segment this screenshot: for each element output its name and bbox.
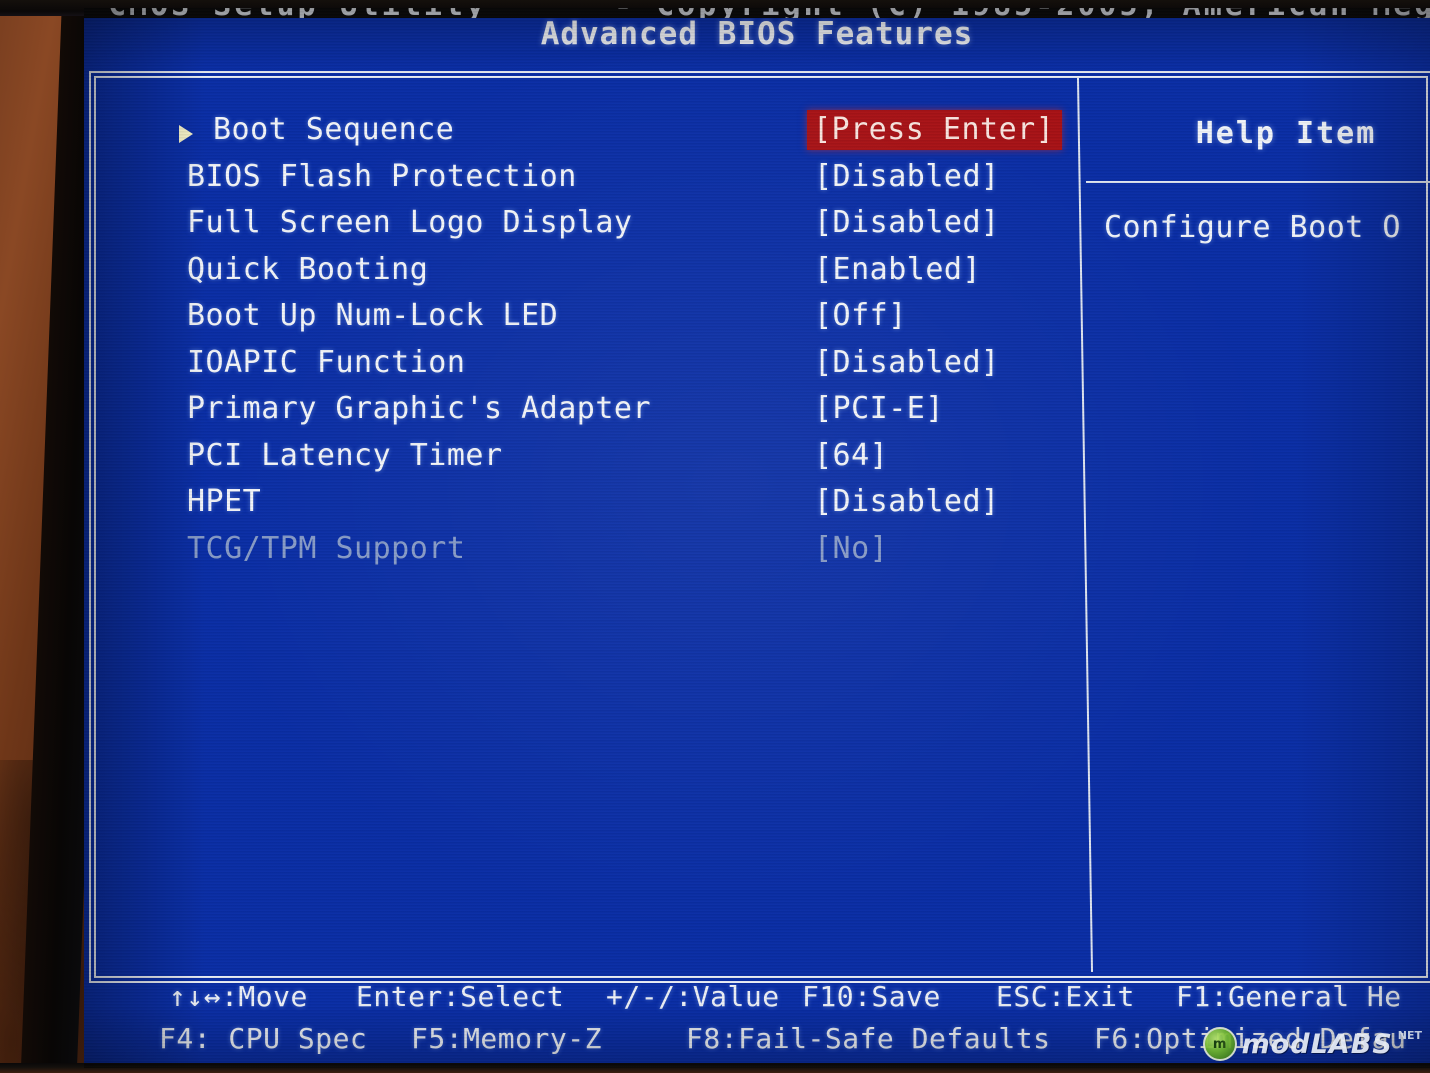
bios-option-value[interactable]: [Enabled] [814, 252, 981, 287]
status-bar-hint: ↑↓↔:Move [169, 980, 308, 1013]
bios-option-label: IOAPIC Function [187, 344, 466, 380]
bios-option-row[interactable]: BIOS Flash Protection [Disabled] [179, 159, 1139, 206]
bios-options-list: Boot Sequence [Press Enter] BIOS Flash Pro… [179, 110, 1139, 578]
bios-option-row[interactable]: Full Screen Logo Display [Disabled] [179, 205, 1139, 252]
bios-option-value[interactable]: [Disabled] [814, 484, 1000, 519]
modlabs-logo-icon: m [1202, 1027, 1237, 1061]
cmos-utility-title: CMOS Setup Utility [108, 8, 487, 18]
bios-option-row[interactable]: Boot Sequence [Press Enter] [179, 110, 1139, 159]
bios-option-value[interactable]: [64] [814, 438, 888, 473]
bios-option-value[interactable]: [Disabled] [814, 345, 1000, 380]
bios-option-label: Boot Up Num-Lock LED [187, 298, 559, 333]
modlabs-watermark: m modLABS NET [1202, 1027, 1422, 1061]
bios-option-label: Primary Graphic's Adapter [187, 391, 652, 426]
bios-option-value[interactable]: [Disabled] [814, 205, 1000, 240]
page-title: Advanced BIOS Features [540, 16, 974, 52]
bios-option-value[interactable]: [Disabled] [814, 159, 1000, 194]
bios-option-value[interactable]: [No] [814, 531, 888, 566]
bios-setup-screenshot: CMOS Setup Utility - Copyright (C) 1985-… [0, 0, 1430, 1073]
bios-option-label: HPET [187, 484, 262, 519]
bios-option-row[interactable]: Primary Graphic's Adapter [PCI-E] [179, 391, 1139, 438]
bios-option-row[interactable]: PCI Latency Timer [64] [179, 438, 1139, 485]
status-bar-hint: +/-/:Value [606, 980, 780, 1013]
bios-option-row[interactable]: Quick Booting [Enabled] [179, 252, 1139, 299]
bios-option-label: Full Screen Logo Display [187, 205, 633, 240]
bios-option-value-selected[interactable]: [Press Enter] [807, 110, 1063, 150]
status-bar-hint: Enter:Select [356, 980, 565, 1013]
submenu-arrow-icon [179, 125, 193, 143]
bios-option-label: Boot Sequence [213, 112, 455, 147]
bios-option-value[interactable]: [Off] [814, 298, 907, 333]
cmos-utility-version: - Copyright (C) 1985-2005, American Mega… [614, 8, 1430, 18]
bios-option-label: TCG/TPM Support [187, 530, 466, 566]
bios-option-row[interactable]: HPET [Disabled] [179, 484, 1139, 531]
help-panel-body: Configure Boot O [1104, 210, 1401, 245]
modlabs-watermark-text: modLABS [1241, 1028, 1393, 1060]
bios-option-label: BIOS Flash Protection [187, 158, 577, 194]
status-bar-hint: F1:General He [1176, 980, 1402, 1013]
status-bar-hint: F4: CPU Spec [159, 1022, 368, 1055]
bios-option-label: Quick Booting [187, 251, 429, 287]
monitor-bezel-bottom [0, 1063, 1430, 1073]
bios-option-value[interactable]: [PCI-E] [814, 391, 944, 426]
bios-option-row[interactable]: IOAPIC Function [Disabled] [179, 345, 1139, 392]
crt-screen: CMOS Setup Utility - Copyright (C) 1985-… [84, 8, 1430, 1068]
bios-option-row[interactable]: TCG/TPM Support [No] [179, 531, 1139, 578]
cmos-title-strip: CMOS Setup Utility - Copyright (C) 1985-… [84, 8, 1430, 18]
bios-option-label: PCI Latency Timer [187, 437, 503, 473]
status-bar-hint: F8:Fail-Safe Defaults [686, 1022, 1051, 1055]
bios-option-row[interactable]: Boot Up Num-Lock LED [Off] [179, 298, 1139, 345]
modlabs-watermark-tld: NET [1397, 1029, 1422, 1042]
status-bar-hint: F5:Memory-Z [411, 1022, 602, 1055]
status-bar-hint: F10:Save [802, 980, 941, 1013]
status-bar-row-1: ↑↓↔:Move Enter:Select +/-/:Value F10:Save ES… [84, 980, 1430, 1022]
status-bar-hint: ESC:Exit [996, 980, 1135, 1013]
